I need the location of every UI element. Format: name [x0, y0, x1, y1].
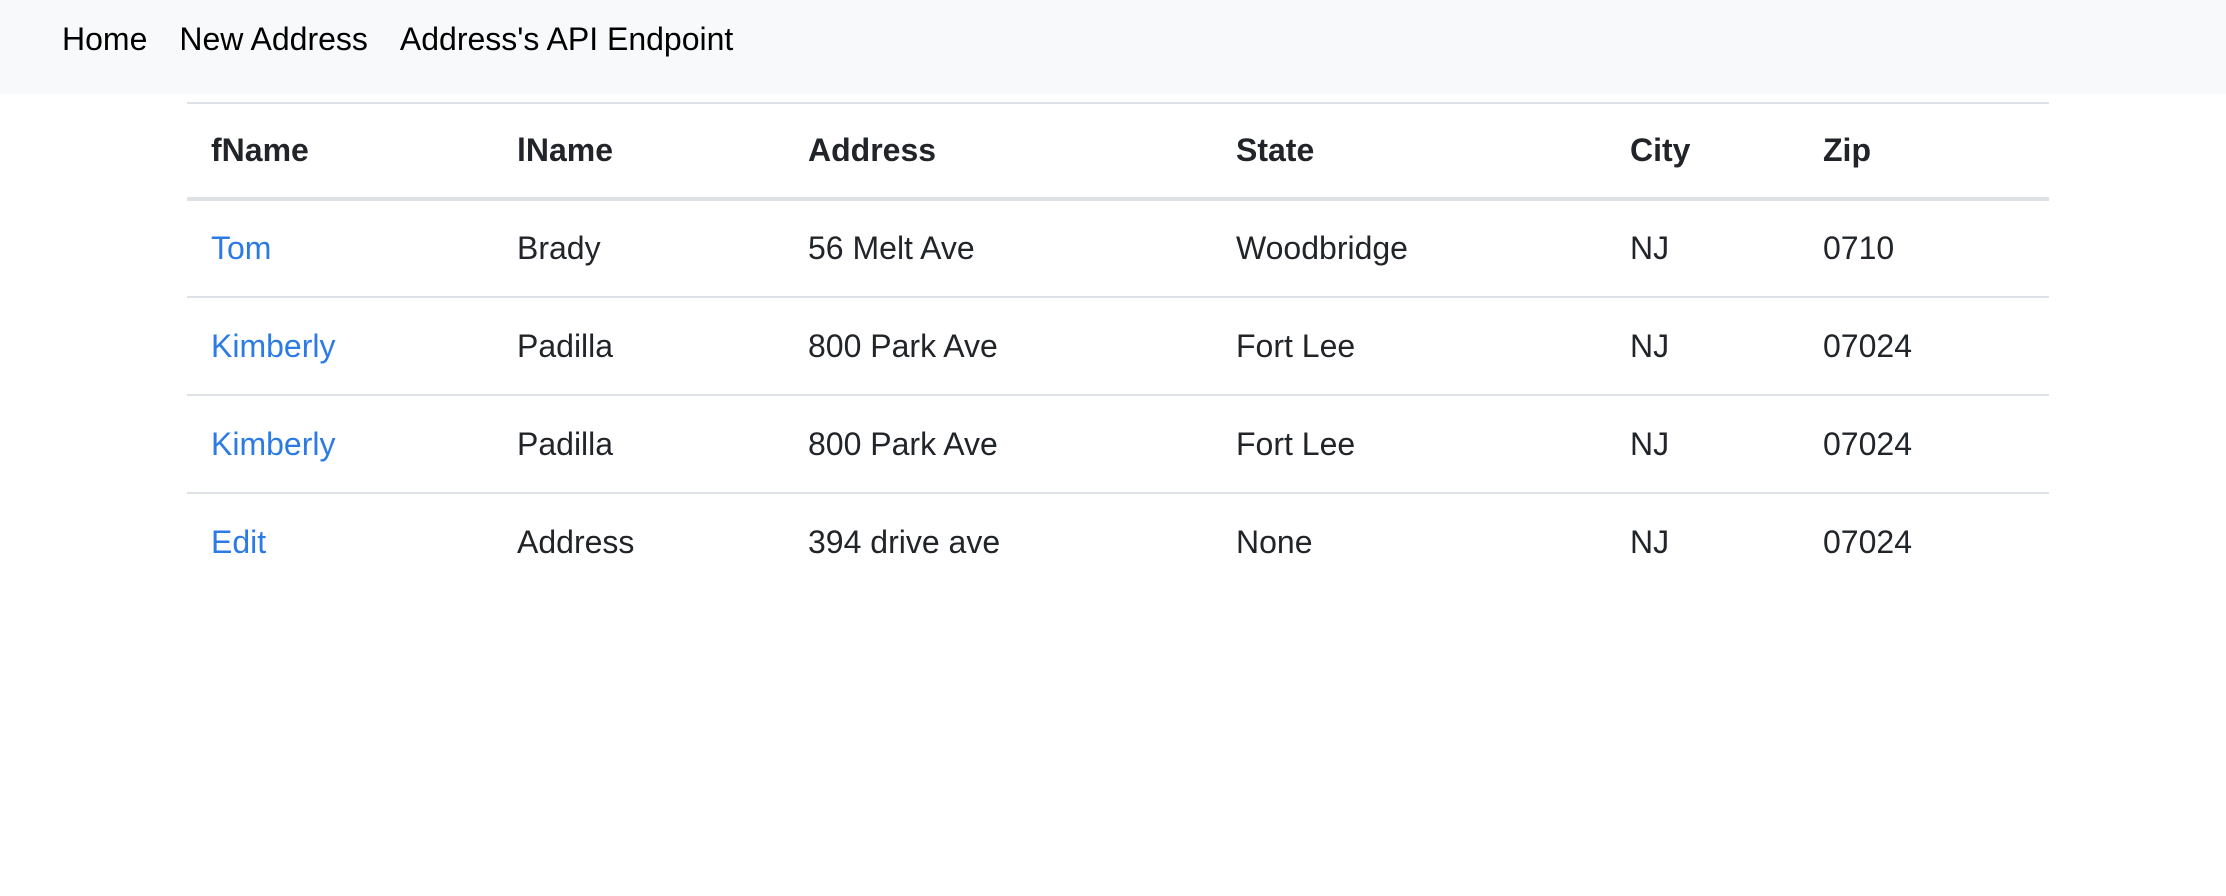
table-header: fName lName Address State City Zip: [187, 103, 2049, 201]
cell-fname: Kimberly: [187, 395, 493, 494]
fname-link[interactable]: Kimberly: [211, 426, 335, 462]
header-lname: lName: [493, 103, 784, 201]
nav-home-link[interactable]: Home: [46, 23, 163, 55]
navbar: Home New Address Address's API Endpoint: [0, 0, 2226, 94]
cell-city: NJ: [1606, 395, 1799, 494]
cell-zip: 07024: [1799, 297, 2049, 396]
cell-lname: Brady: [493, 199, 784, 298]
cell-state: Woodbridge: [1212, 199, 1606, 298]
header-fname: fName: [187, 103, 493, 201]
cell-lname: Padilla: [493, 395, 784, 494]
cell-fname: Tom: [187, 199, 493, 298]
header-row: fName lName Address State City Zip: [187, 103, 2049, 201]
cell-state: Fort Lee: [1212, 395, 1606, 494]
address-table: fName lName Address State City Zip Tom B…: [187, 102, 2049, 591]
header-state: State: [1212, 103, 1606, 201]
fname-link[interactable]: Kimberly: [211, 328, 335, 364]
cell-city: NJ: [1630, 524, 1670, 560]
cell-city: NJ: [1606, 199, 1799, 298]
nav-api-endpoint-link[interactable]: Address's API Endpoint: [384, 23, 749, 55]
cell-zip: 07024: [1823, 524, 1912, 560]
nav-new-address-link[interactable]: New Address: [163, 23, 384, 55]
cell-address: 56 Melt Ave: [784, 199, 1212, 298]
cell-address: 394 drive ave: [808, 524, 1001, 560]
table-row: Tom Brady 56 Melt Ave Woodbridge NJ 0710: [187, 199, 2049, 298]
table-row: Kimberly Padilla 800 Park Ave Fort Lee N…: [187, 395, 2049, 494]
nav-list: Home New Address Address's API Endpoint: [0, 23, 749, 55]
cell-state: Fort Lee: [1212, 297, 1606, 396]
cell-zip: 07024: [1799, 395, 2049, 494]
table-row: Edit Address 394 drive ave None NJ 07024: [187, 493, 2049, 591]
cell-fname: Kimberly: [187, 297, 493, 396]
cell-lname: Padilla: [493, 297, 784, 396]
address-table-container: fName lName Address State City Zip Tom B…: [187, 102, 2049, 591]
cell-lname: Address: [517, 524, 635, 560]
table-body: Tom Brady 56 Melt Ave Woodbridge NJ 0710…: [187, 199, 2049, 591]
fname-link[interactable]: Tom: [211, 230, 271, 266]
fname-link[interactable]: Edit: [211, 524, 266, 560]
cell-state: None: [1236, 524, 1313, 560]
cell-address: 800 Park Ave: [784, 395, 1212, 494]
header-city: City: [1606, 103, 1799, 201]
cell-fname: Edit: [187, 493, 493, 591]
header-address: Address: [784, 103, 1212, 201]
cell-zip: 0710: [1799, 199, 2049, 298]
cell-address: 800 Park Ave: [784, 297, 1212, 396]
table-row: Kimberly Padilla 800 Park Ave Fort Lee N…: [187, 297, 2049, 396]
cell-city: NJ: [1606, 297, 1799, 396]
header-zip: Zip: [1799, 103, 2049, 201]
